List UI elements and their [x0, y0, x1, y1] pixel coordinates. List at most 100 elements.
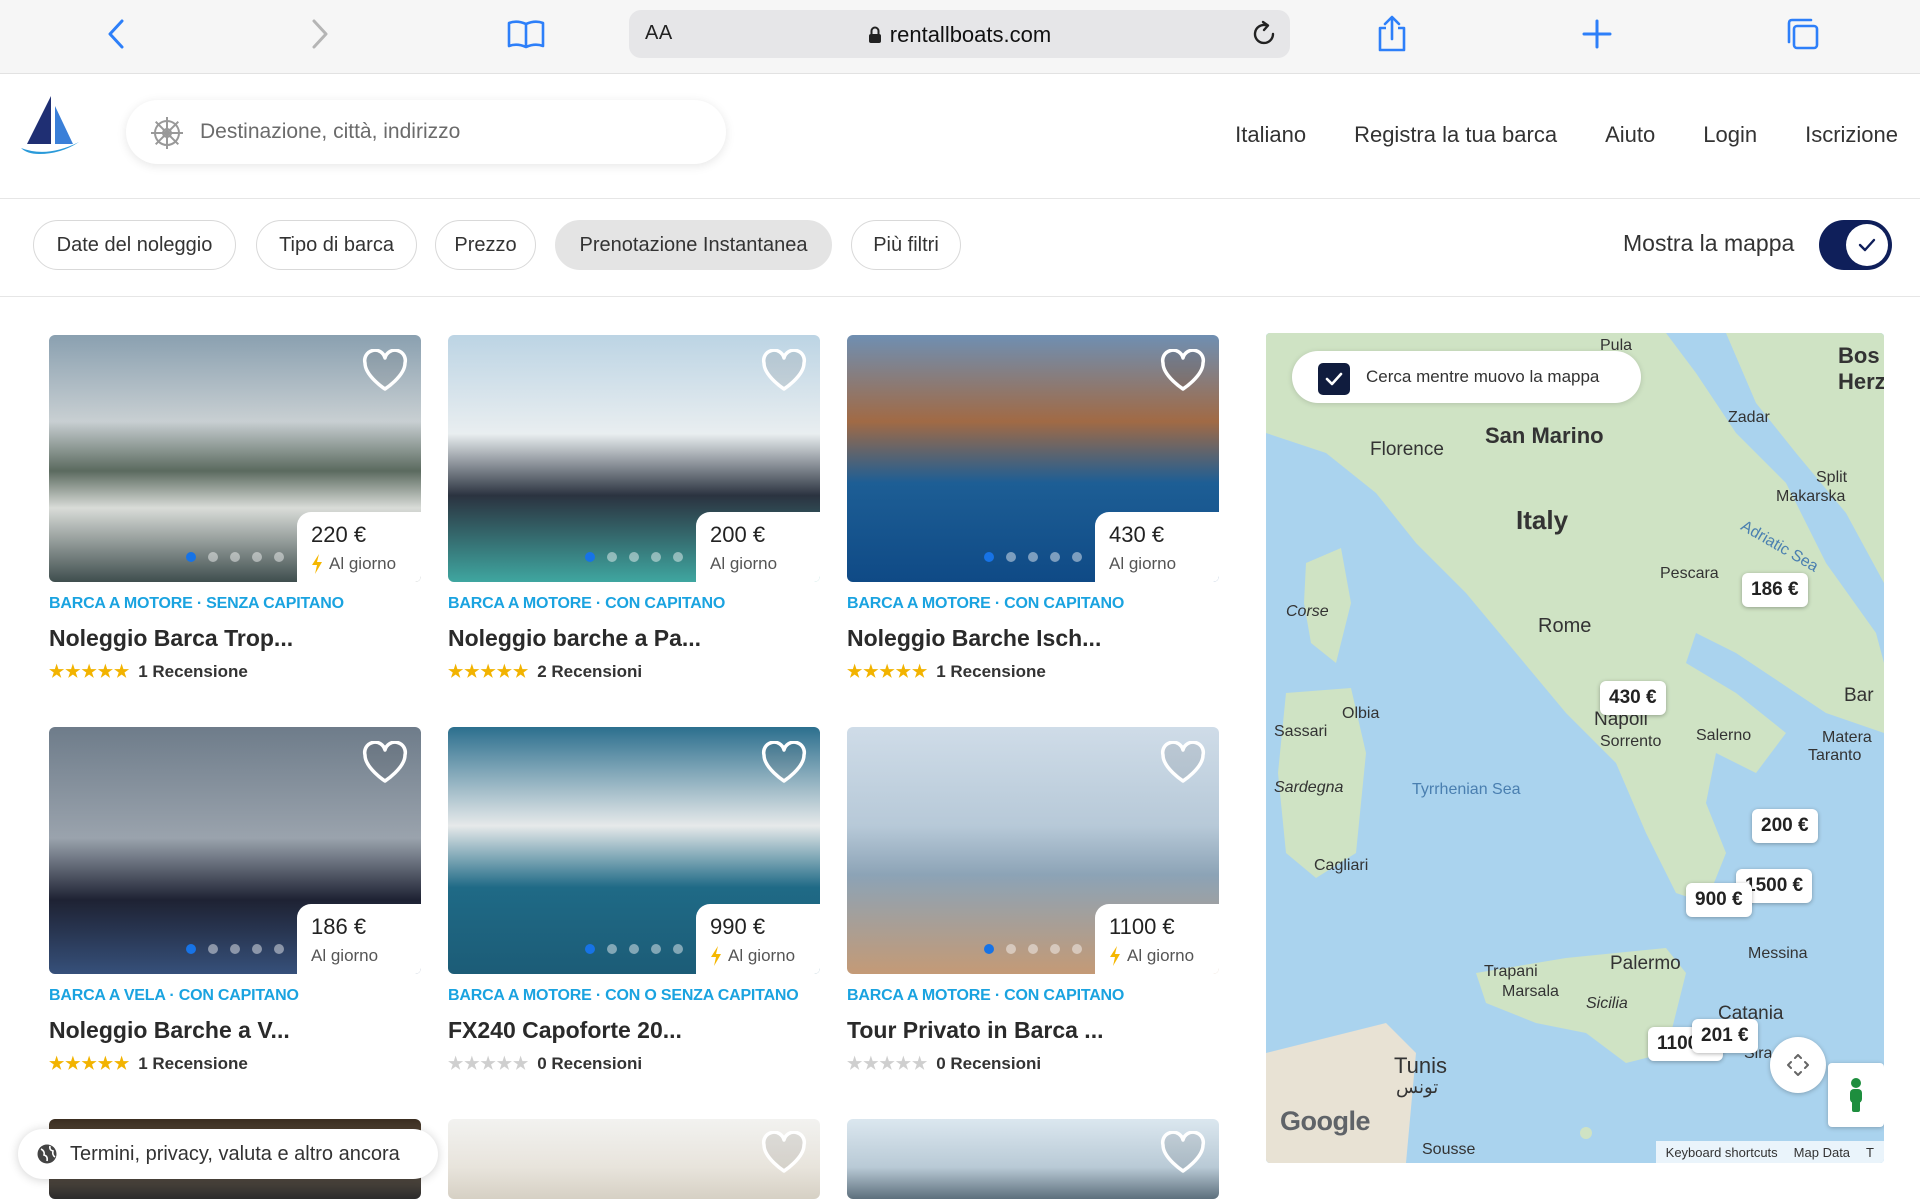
- nav-language[interactable]: Italiano: [1235, 122, 1306, 148]
- url-display[interactable]: rentallboats.com: [629, 22, 1290, 50]
- carousel-dot[interactable]: [230, 944, 240, 954]
- listing-photo[interactable]: 1100 € Al giorno: [847, 727, 1219, 974]
- map-price-marker[interactable]: 430 €: [1600, 681, 1666, 715]
- destination-input[interactable]: [200, 114, 700, 150]
- sailboat-logo-icon[interactable]: [17, 92, 81, 160]
- listing-title[interactable]: Noleggio Barche Isch...: [847, 625, 1219, 652]
- map-terms[interactable]: T: [1866, 1145, 1874, 1163]
- address-bar[interactable]: AA rentallboats.com: [629, 10, 1290, 58]
- carousel-dot[interactable]: [1006, 552, 1016, 562]
- nav-login[interactable]: Login: [1703, 122, 1757, 148]
- listing-card[interactable]: 430 € Al giorno BARCA A MOTORE · CON CAPIT…: [847, 335, 1219, 682]
- filter-price[interactable]: Prezzo: [435, 220, 536, 270]
- map-price-marker[interactable]: 186 €: [1742, 573, 1808, 607]
- map-label-matera: Matera: [1822, 729, 1872, 746]
- map-data[interactable]: Map Data: [1794, 1145, 1850, 1163]
- listing-title[interactable]: Tour Privato in Barca ...: [847, 1017, 1219, 1044]
- map-price-marker[interactable]: 900 €: [1686, 883, 1752, 917]
- pegman-icon: [1850, 1078, 1862, 1112]
- carousel-dot[interactable]: [1050, 944, 1060, 954]
- nav-signup[interactable]: Iscrizione: [1805, 122, 1898, 148]
- listing-card-image-partial[interactable]: [847, 1119, 1219, 1199]
- listing-photo[interactable]: 186 € Al giorno: [49, 727, 421, 974]
- heart-icon[interactable]: [760, 1131, 808, 1175]
- listing-title[interactable]: Noleggio barche a Pa...: [448, 625, 820, 652]
- heart-icon[interactable]: [1159, 1131, 1207, 1175]
- reload-icon[interactable]: [1250, 20, 1278, 53]
- carousel-dot[interactable]: [1028, 552, 1038, 562]
- heart-icon[interactable]: [361, 349, 409, 393]
- carousel-dot[interactable]: [673, 944, 683, 954]
- star-rating-icon: ★★★★★: [847, 662, 929, 681]
- carousel-dot[interactable]: [186, 552, 196, 562]
- carousel-dot[interactable]: [585, 944, 595, 954]
- heart-icon[interactable]: [760, 741, 808, 785]
- listing-photo[interactable]: 990 € Al giorno: [448, 727, 820, 974]
- map-price-marker[interactable]: 200 €: [1752, 809, 1818, 843]
- map-price-marker[interactable]: 201 €: [1692, 1019, 1758, 1053]
- listing-photo[interactable]: 430 € Al giorno: [847, 335, 1219, 582]
- listing-title[interactable]: Noleggio Barche a V...: [49, 1017, 421, 1044]
- carousel-dot[interactable]: [1072, 944, 1082, 954]
- share-button[interactable]: [1370, 12, 1414, 56]
- filter-boat-type[interactable]: Tipo di barca: [256, 220, 417, 270]
- listing-card[interactable]: 220 € Al giorno BARCA A MOTORE · SENZA CAP…: [49, 335, 421, 682]
- carousel-dot[interactable]: [186, 944, 196, 954]
- filter-more[interactable]: Più filtri: [851, 220, 961, 270]
- map-view[interactable]: Cerca mentre muovo la mappa Florence San…: [1266, 333, 1884, 1163]
- new-tab-button[interactable]: [1575, 12, 1619, 56]
- carousel-dot[interactable]: [984, 552, 994, 562]
- search-as-move-checkbox[interactable]: [1318, 363, 1350, 395]
- carousel-dot[interactable]: [252, 552, 262, 562]
- listing-title[interactable]: Noleggio Barca Trop...: [49, 625, 421, 652]
- tabs-button[interactable]: [1780, 12, 1824, 56]
- carousel-dot[interactable]: [984, 944, 994, 954]
- map-label-zadar: Zadar: [1728, 409, 1770, 426]
- fullscreen-button[interactable]: [1770, 1037, 1826, 1093]
- heart-icon[interactable]: [1159, 349, 1207, 393]
- carousel-dot[interactable]: [629, 552, 639, 562]
- street-view-button[interactable]: [1828, 1063, 1884, 1127]
- carousel-dot[interactable]: [1050, 552, 1060, 562]
- listing-card[interactable]: 186 € Al giorno BARCA A VELA · CON CAPITAN…: [49, 727, 421, 1074]
- carousel-dot[interactable]: [252, 944, 262, 954]
- carousel-dot[interactable]: [1006, 944, 1016, 954]
- bookmarks-button[interactable]: [504, 12, 548, 56]
- heart-icon[interactable]: [361, 741, 409, 785]
- carousel-dot[interactable]: [274, 552, 284, 562]
- carousel-dot[interactable]: [651, 944, 661, 954]
- listing-price: 430 €: [1109, 522, 1165, 547]
- heart-icon[interactable]: [760, 349, 808, 393]
- carousel-dot[interactable]: [673, 552, 683, 562]
- carousel-dot[interactable]: [230, 552, 240, 562]
- carousel-dot[interactable]: [607, 552, 617, 562]
- listing-title[interactable]: FX240 Capoforte 20...: [448, 1017, 820, 1044]
- listing-card[interactable]: 990 € Al giorno BARCA A MOTORE · CON O SEN…: [448, 727, 820, 1074]
- carousel-dot[interactable]: [651, 552, 661, 562]
- carousel-dot[interactable]: [274, 944, 284, 954]
- carousel-dot[interactable]: [208, 552, 218, 562]
- carousel-dot[interactable]: [1028, 944, 1038, 954]
- nav-help[interactable]: Aiuto: [1605, 122, 1655, 148]
- search-as-move-control[interactable]: Cerca mentre muovo la mappa: [1292, 351, 1641, 403]
- carousel-dot[interactable]: [607, 944, 617, 954]
- map-keyboard-shortcuts[interactable]: Keyboard shortcuts: [1666, 1145, 1778, 1163]
- carousel-dot[interactable]: [208, 944, 218, 954]
- footer-links-pill[interactable]: Termini, privacy, valuta e altro ancora: [18, 1129, 438, 1179]
- listing-photo[interactable]: 200 € Al giorno: [448, 335, 820, 582]
- filter-rental-dates[interactable]: Date del noleggio: [33, 220, 236, 270]
- heart-icon[interactable]: [1159, 741, 1207, 785]
- back-button[interactable]: [94, 12, 138, 56]
- listing-card[interactable]: 1100 € Al giorno BARCA A MOTORE · CON CAPI…: [847, 727, 1219, 1074]
- listing-card-image-partial[interactable]: [448, 1119, 820, 1199]
- forward-button[interactable]: [298, 12, 342, 56]
- show-map-toggle[interactable]: [1819, 220, 1892, 270]
- nav-register-boat[interactable]: Registra la tua barca: [1354, 122, 1557, 148]
- carousel-dot[interactable]: [1072, 552, 1082, 562]
- filter-instant-booking[interactable]: Prenotazione Instantanea: [555, 220, 832, 270]
- listing-card[interactable]: 200 € Al giorno BARCA A MOTORE · CON CAPIT…: [448, 335, 820, 682]
- carousel-dot[interactable]: [585, 552, 595, 562]
- carousel-dot[interactable]: [629, 944, 639, 954]
- destination-search[interactable]: [126, 100, 726, 164]
- listing-photo[interactable]: 220 € Al giorno: [49, 335, 421, 582]
